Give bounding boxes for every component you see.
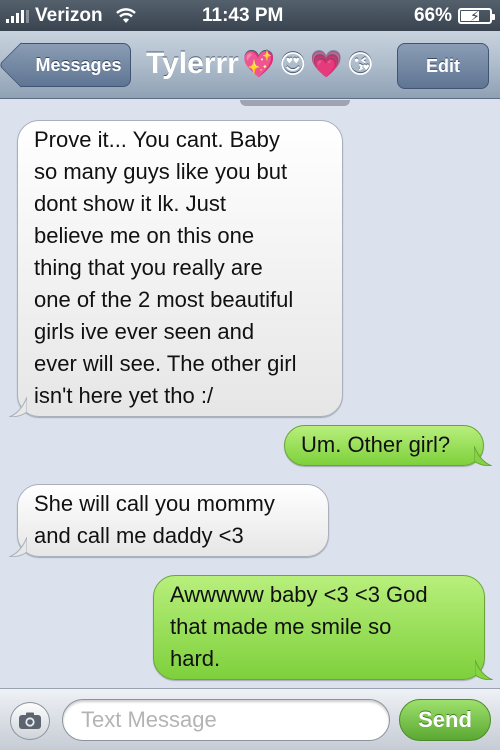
growing-heart-emoji: 💗 <box>310 49 343 79</box>
message-line: dont show it lk. Just <box>34 191 226 216</box>
message-line: isn't here yet tho :/ <box>34 383 214 408</box>
status-right: 66% ⚡ <box>413 4 495 27</box>
message-line: Awwwww baby <3 <3 God <box>170 582 428 607</box>
battery-charging-icon: ⚡ <box>458 7 495 24</box>
message-line: so many guys like you but <box>34 159 288 184</box>
bubble-tail <box>9 397 27 417</box>
bubble-tail <box>475 660 493 680</box>
back-button-wrap: Messages <box>0 31 140 99</box>
contact-name: Tylerrr <box>146 47 239 80</box>
message-line: She will call you mommy <box>34 491 275 516</box>
message-line: that made me smile so <box>170 614 392 639</box>
edit-button-label: Edit <box>426 55 460 76</box>
message-line: thing that you really are <box>34 255 263 280</box>
text-message-placeholder: Text Message <box>81 707 217 732</box>
message-line: ever will see. The other girl <box>34 351 297 376</box>
bubble-tail <box>9 537 27 557</box>
battery-percent: 66% <box>413 4 452 26</box>
messages-back-button[interactable]: Messages <box>21 43 131 87</box>
message-line: hard. <box>170 646 221 671</box>
previous-message-edge <box>240 100 350 106</box>
sparkling-heart-emoji: 💖 <box>242 49 276 79</box>
heart-eyes-emoji: 😍 <box>279 49 307 79</box>
status-bar: Verizon 11:43 PM 66% ⚡ <box>0 0 500 31</box>
message-line: girls ive ever seen and <box>34 319 255 344</box>
bubble-tail <box>474 446 492 466</box>
kiss-face-emoji: 😘 <box>346 49 374 79</box>
nav-bar: Messages Tylerrr 💖 😍 💗 😘 Edit <box>0 31 500 99</box>
charging-bolt-icon: ⚡ <box>470 7 480 24</box>
message-line: one of the 2 most beautiful <box>34 287 294 312</box>
conversation-title: Tylerrr 💖 😍 💗 😘 <box>146 47 374 81</box>
camera-button[interactable] <box>10 702 50 740</box>
signal-bars-icon <box>6 9 29 23</box>
edit-button[interactable]: Edit <box>397 43 489 89</box>
message-line: believe me on this one <box>34 223 255 248</box>
message-line: Um. Other girl? <box>301 432 451 457</box>
send-button[interactable]: Send <box>399 699 491 741</box>
message-bubble-sent[interactable]: Um. Other girl? <box>284 425 492 466</box>
text-message-input[interactable]: Text Message <box>62 699 390 741</box>
message-line: Prove it... You cant. Baby <box>34 127 280 152</box>
back-button-label: Messages <box>35 54 122 75</box>
status-time: 11:43 PM <box>202 4 284 26</box>
message-line: and call me daddy <3 <box>34 523 244 548</box>
message-bubble-sent[interactable]: Awwwww baby <3 <3 God that made me smile… <box>153 575 493 680</box>
camera-icon <box>19 712 41 729</box>
message-bubble-received[interactable]: Prove it... You cant. Baby so many guys … <box>9 120 343 417</box>
message-thread[interactable]: Prove it... You cant. Baby so many guys … <box>0 100 500 688</box>
message-bubble-received[interactable]: She will call you mommy and call me dadd… <box>9 484 329 557</box>
wifi-icon <box>115 7 136 23</box>
send-button-label: Send <box>418 707 472 732</box>
compose-bar: Text Message Send <box>0 688 500 750</box>
status-left: Verizon <box>6 5 137 27</box>
carrier-label: Verizon <box>35 4 103 26</box>
